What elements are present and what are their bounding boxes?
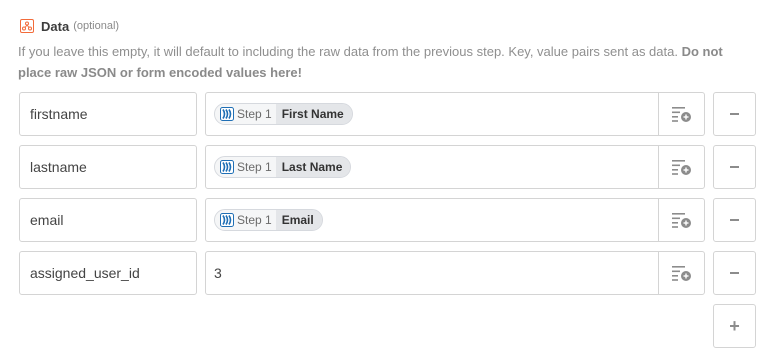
key-input[interactable]: firstname <box>19 92 197 136</box>
minus-icon <box>730 166 739 168</box>
remove-row-button[interactable] <box>713 198 756 242</box>
key-text: email <box>30 212 64 228</box>
pill-step: Step 1 <box>237 213 272 227</box>
value-content[interactable]: 3 <box>206 252 658 294</box>
help-text-body: If you leave this empty, it will default… <box>18 44 678 59</box>
app-logo-icon <box>220 213 234 227</box>
field-token[interactable]: Step 1 Email <box>214 209 323 231</box>
data-row: lastname Step 1 Last Name <box>0 145 767 189</box>
field-title: Data <box>41 18 70 34</box>
value-input[interactable]: Step 1 Last Name <box>205 145 705 189</box>
key-input[interactable]: email <box>19 198 197 242</box>
insert-field-button[interactable] <box>658 252 704 294</box>
value-input[interactable]: Step 1 First Name <box>205 92 705 136</box>
help-text: If you leave this empty, it will default… <box>18 41 748 83</box>
value-content[interactable]: Step 1 First Name <box>206 93 658 135</box>
value-input[interactable]: 3 <box>205 251 705 295</box>
insert-field-button[interactable] <box>658 146 704 188</box>
key-text: lastname <box>30 159 87 175</box>
value-content[interactable]: Step 1 Last Name <box>206 146 658 188</box>
data-row: assigned_user_id 3 <box>0 251 767 295</box>
key-input[interactable]: assigned_user_id <box>19 251 197 295</box>
field-token[interactable]: Step 1 First Name <box>214 103 353 125</box>
app-logo-icon <box>220 160 234 174</box>
pill-app: Step 1 <box>215 157 276 177</box>
remove-row-button[interactable] <box>713 251 756 295</box>
add-row-button[interactable]: + <box>713 304 756 348</box>
value-input[interactable]: Step 1 Email <box>205 198 705 242</box>
field-optional: (optional) <box>73 20 120 32</box>
minus-icon <box>730 272 739 274</box>
value-text: 3 <box>214 265 222 281</box>
app-logo-icon <box>220 107 234 121</box>
minus-icon <box>730 219 739 221</box>
remove-row-button[interactable] <box>713 145 756 189</box>
pill-label: First Name <box>275 104 352 124</box>
remove-row-button[interactable] <box>713 92 756 136</box>
insert-field-button[interactable] <box>658 93 704 135</box>
field-header: Data (optional) <box>20 16 119 36</box>
key-text: firstname <box>30 106 88 122</box>
pill-step: Step 1 <box>237 160 272 174</box>
webhook-icon <box>20 19 34 33</box>
data-row: email Step 1 Email <box>0 198 767 242</box>
value-content[interactable]: Step 1 Email <box>206 199 658 241</box>
insert-field-button[interactable] <box>658 199 704 241</box>
key-input[interactable]: lastname <box>19 145 197 189</box>
pill-app: Step 1 <box>215 210 276 230</box>
pill-app: Step 1 <box>215 104 276 124</box>
insert-field-icon <box>671 211 693 229</box>
data-row: firstname Step 1 First Name <box>0 92 767 136</box>
insert-field-icon <box>671 158 693 176</box>
pill-label: Last Name <box>275 157 351 177</box>
insert-field-icon <box>671 105 693 123</box>
pill-step: Step 1 <box>237 107 272 121</box>
field-token[interactable]: Step 1 Last Name <box>214 156 352 178</box>
key-text: assigned_user_id <box>30 265 140 281</box>
pill-label: Email <box>275 210 322 230</box>
insert-field-icon <box>671 264 693 282</box>
minus-icon <box>730 113 739 115</box>
